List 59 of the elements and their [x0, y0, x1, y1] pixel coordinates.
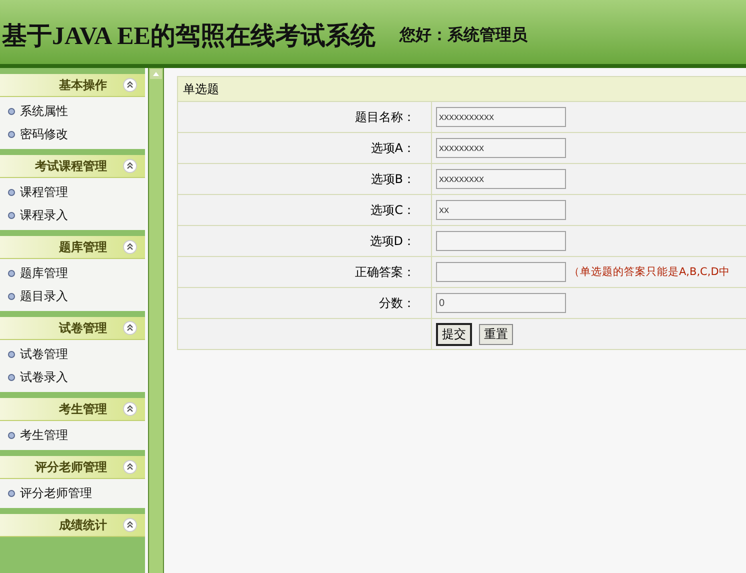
section-header[interactable]: 考试课程管理 [0, 155, 145, 178]
field-label: 选项A： [178, 133, 432, 163]
form-title: 单选题 [178, 77, 746, 102]
bullet-icon [8, 374, 15, 381]
collapse-icon[interactable] [123, 402, 137, 416]
sidebar-link[interactable]: 题库管理 [0, 262, 145, 285]
section-header[interactable]: 评分老师管理 [0, 456, 145, 479]
input-field[interactable] [436, 262, 566, 282]
bullet-icon [8, 131, 15, 138]
section-header[interactable]: 题库管理 [0, 236, 145, 259]
section-title: 题库管理 [59, 238, 107, 256]
field-label: 分数： [178, 288, 432, 318]
input-field[interactable]: xxxxxxxxx [436, 169, 566, 189]
field-label: 正确答案： [178, 257, 432, 287]
collapse-icon[interactable] [123, 159, 137, 173]
input-field[interactable]: xx [436, 200, 566, 220]
section-title: 成绩统计 [59, 516, 107, 534]
input-field[interactable]: 0 [436, 293, 566, 313]
bullet-icon [8, 432, 15, 439]
collapse-icon[interactable] [123, 518, 137, 532]
bullet-icon [8, 293, 15, 300]
sidebar-link[interactable]: 系统属性 [0, 100, 145, 123]
collapse-icon[interactable] [123, 460, 137, 474]
field-label: 选项B： [178, 164, 432, 194]
input-field[interactable]: xxxxxxxxxxx [436, 107, 566, 127]
section-title: 考生管理 [59, 400, 107, 418]
hint-text: （单选题的答案只能是A,B,C,D中 [569, 265, 730, 279]
section-title: 考试课程管理 [35, 158, 107, 174]
bullet-icon [8, 490, 15, 497]
bullet-icon [8, 351, 15, 358]
field-label: 题目名称： [178, 102, 432, 132]
section-title: 试卷管理 [59, 320, 107, 336]
form-button[interactable]: 提交 [436, 322, 472, 346]
section-title: 基本操作 [59, 76, 107, 94]
input-field[interactable]: xxxxxxxxx [436, 138, 566, 158]
bullet-icon [8, 108, 15, 115]
bullet-icon [8, 270, 15, 277]
field-label: 选项C： [178, 195, 432, 225]
form-button[interactable]: 重置 [479, 324, 513, 344]
collapse-icon[interactable] [123, 321, 137, 335]
section-header[interactable]: 考生管理 [0, 398, 145, 421]
sidebar-link[interactable]: 密码修改 [0, 123, 145, 146]
collapse-icon[interactable] [123, 78, 137, 92]
greeting-text: 您好：系统管理员 [399, 25, 528, 46]
system-title: 基于JAVA EE的驾照在线考试系统 [2, 22, 376, 52]
sidebar-link[interactable]: 题目录入 [0, 285, 145, 308]
sidebar-link[interactable]: 试卷录入 [0, 366, 145, 389]
collapse-icon[interactable] [123, 240, 137, 254]
section-title: 评分老师管理 [35, 458, 107, 476]
sidebar-link[interactable]: 课程管理 [0, 181, 145, 204]
sidebar-link[interactable]: 课程录入 [0, 204, 145, 227]
bullet-icon [8, 212, 15, 219]
bullet-icon [8, 189, 15, 196]
section-header[interactable]: 试卷管理 [0, 317, 145, 340]
section-header[interactable]: 基本操作 [0, 74, 145, 97]
field-label: 选项D： [178, 226, 432, 256]
section-header[interactable]: 成绩统计 [0, 514, 145, 537]
sidebar-link[interactable]: 试卷管理 [0, 343, 145, 366]
input-field[interactable] [436, 231, 566, 251]
